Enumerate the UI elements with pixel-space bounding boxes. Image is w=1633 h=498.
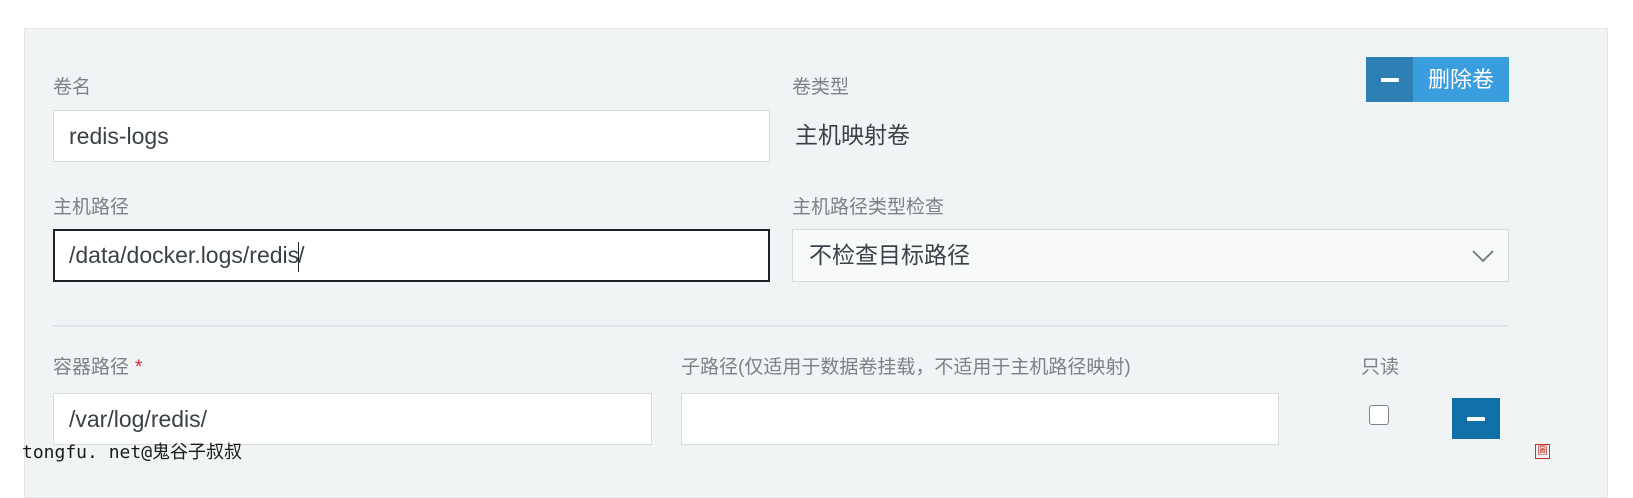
host-path-input-value-tail: / bbox=[298, 242, 305, 268]
minus-icon bbox=[1467, 416, 1485, 421]
remove-volume-button[interactable]: 删除卷 bbox=[1366, 57, 1509, 102]
section-divider bbox=[53, 325, 1509, 327]
subpath-label: 子路径(仅适用于数据卷挂载，不适用于主机路径映射) bbox=[681, 357, 1131, 378]
subpath-input[interactable] bbox=[681, 393, 1279, 445]
volume-type-label: 卷类型 bbox=[792, 77, 850, 98]
minus-icon bbox=[1366, 57, 1413, 102]
remove-mount-button[interactable] bbox=[1452, 398, 1500, 439]
host-path-input-value: /data/docker.logs/redis bbox=[69, 242, 300, 268]
remove-volume-button-label: 删除卷 bbox=[1413, 57, 1509, 102]
container-path-label: 容器路径 * bbox=[53, 357, 142, 379]
readonly-checkbox[interactable] bbox=[1369, 405, 1389, 425]
volume-name-label: 卷名 bbox=[53, 77, 92, 98]
readonly-label: 只读 bbox=[1361, 357, 1400, 378]
watermark-text: tongfu. net@鬼谷子叔叔 bbox=[22, 442, 243, 463]
required-marker: * bbox=[135, 357, 143, 378]
host-path-check-select[interactable]: 不检查目标路径 bbox=[792, 229, 1509, 282]
host-path-check-label: 主机路径类型检查 bbox=[792, 197, 945, 218]
host-path-input[interactable]: /data/docker.logs/redis/ bbox=[53, 229, 770, 282]
chevron-down-icon bbox=[1472, 250, 1494, 263]
container-path-input[interactable]: /var/log/redis/ bbox=[53, 393, 652, 445]
volume-type-value: 主机映射卷 bbox=[795, 122, 910, 148]
volume-name-input[interactable]: redis-logs bbox=[53, 110, 770, 162]
container-path-label-text: 容器路径 bbox=[53, 357, 130, 378]
host-path-check-selected-value: 不检查目标路径 bbox=[809, 242, 970, 268]
host-path-label: 主机路径 bbox=[53, 197, 130, 218]
corner-seal-icon: 圖 bbox=[1535, 444, 1550, 459]
